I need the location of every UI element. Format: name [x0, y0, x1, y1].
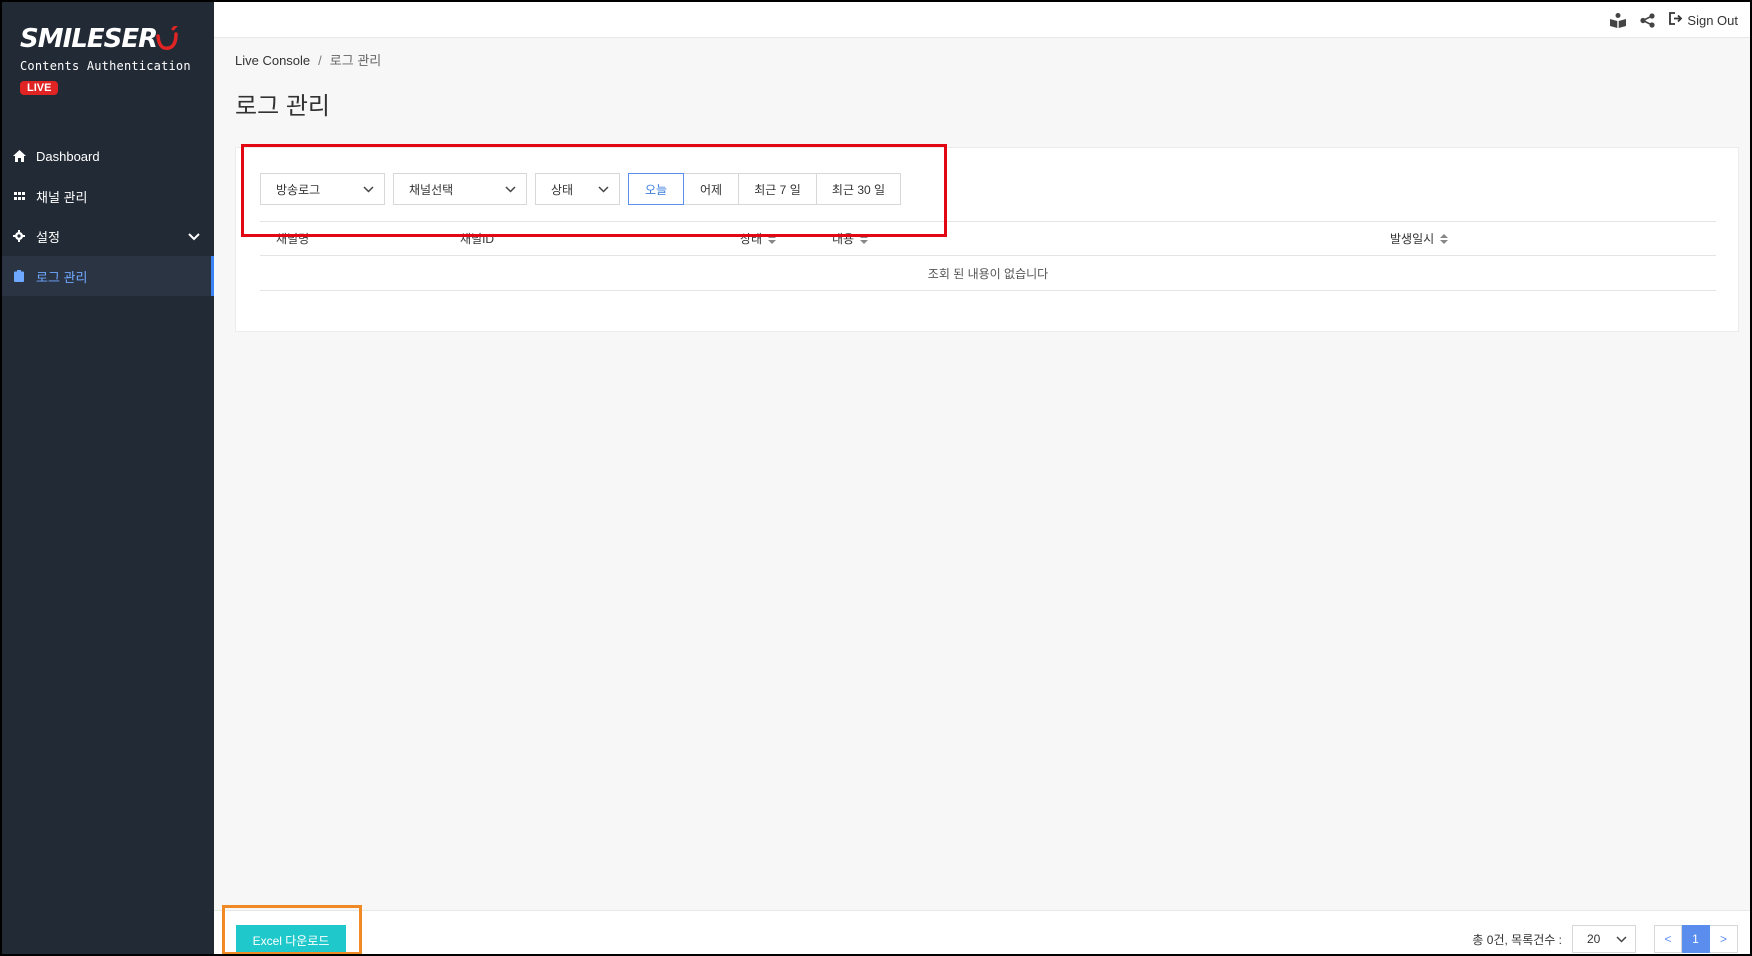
- date-30days-button[interactable]: 최근 30 일: [817, 173, 901, 205]
- column-status[interactable]: 상태: [740, 230, 777, 247]
- channel-select[interactable]: 채널선택: [393, 173, 527, 205]
- column-label: 채널명: [276, 232, 310, 246]
- column-label: 발생일시: [1390, 232, 1435, 246]
- breadcrumb-current: 로그 관리: [329, 53, 382, 68]
- sign-out-icon: [1669, 12, 1683, 28]
- sidebar-item-label: 채널 관리: [36, 189, 88, 205]
- live-badge: LIVE: [20, 81, 59, 95]
- share-icon[interactable]: [1640, 12, 1656, 28]
- column-channel-id: 채널ID: [460, 230, 494, 247]
- chevron-down-icon: [363, 182, 374, 196]
- table-header: 채널명 채널ID 상태 내용 발생일시: [260, 221, 1716, 256]
- log-type-value: 방송로그: [276, 182, 321, 197]
- prev-page-button[interactable]: <: [1654, 925, 1682, 953]
- excel-download-button[interactable]: Excel 다운로드: [236, 925, 346, 954]
- chevron-down-icon: [1616, 932, 1627, 946]
- log-type-select[interactable]: 방송로그: [260, 173, 385, 205]
- total-count-label: 총 0건, 목록건수 :: [1472, 932, 1562, 947]
- sidebar-item-label: Dashboard: [36, 148, 100, 164]
- sort-icon: [768, 233, 777, 244]
- chevron-down-icon: [505, 182, 516, 196]
- brand-name: SMILESER: [20, 24, 158, 54]
- chevron-down-icon: [188, 229, 200, 244]
- book-reader-icon[interactable]: [1610, 12, 1627, 28]
- channel-value: 채널선택: [409, 182, 454, 197]
- page-size-select[interactable]: 20: [1572, 925, 1636, 953]
- home-icon: [12, 149, 26, 163]
- next-page-button[interactable]: >: [1710, 925, 1738, 953]
- topbar-actions: Sign Out: [1610, 2, 1738, 38]
- sidebar-item-channel[interactable]: 채널 관리: [2, 176, 214, 216]
- date-7days-button[interactable]: 최근 7 일: [739, 173, 817, 205]
- empty-message: 조회 된 내용이 없습니다: [260, 256, 1716, 291]
- sidebar-item-label: 설정: [36, 229, 60, 245]
- page-title: 로그 관리: [235, 93, 330, 120]
- brand-logo[interactable]: SMILESER Contents Authentication LIVE: [20, 24, 191, 95]
- log-card: 방송로그 채널선택 상태 오늘 어제 최근 7 일 최근 30 일 채널명 채널…: [235, 147, 1739, 332]
- date-yesterday-button[interactable]: 어제: [684, 173, 739, 205]
- column-occurred-at[interactable]: 발생일시: [1390, 230, 1449, 247]
- column-label: 상태: [740, 232, 763, 246]
- sidebar: SMILESER Contents Authentication LIVE Da…: [2, 2, 214, 954]
- column-content[interactable]: 내용: [832, 230, 869, 247]
- sidebar-item-settings[interactable]: 설정: [2, 216, 214, 256]
- app-window: SMILESER Contents Authentication LIVE Da…: [2, 2, 1750, 954]
- breadcrumb-root[interactable]: Live Console: [235, 53, 310, 68]
- brand-subtitle: Contents Authentication: [20, 59, 191, 73]
- date-today-button[interactable]: 오늘: [628, 173, 684, 205]
- status-value: 상태: [551, 182, 574, 197]
- breadcrumb: Live Console / 로그 관리: [235, 50, 381, 69]
- gear-icon: [12, 229, 26, 243]
- breadcrumb-separator: /: [318, 53, 322, 68]
- sign-out-label: Sign Out: [1687, 12, 1738, 28]
- sidebar-item-label: 로그 관리: [36, 269, 88, 285]
- sidebar-item-dashboard[interactable]: Dashboard: [2, 136, 214, 176]
- date-range-group: 오늘 어제 최근 7 일 최근 30 일: [628, 173, 901, 205]
- grid-icon: [12, 189, 26, 203]
- sidebar-item-log[interactable]: 로그 관리: [2, 256, 214, 296]
- clipboard-icon: [12, 269, 26, 283]
- topbar: Sign Out: [214, 2, 1750, 38]
- chevron-down-icon: [598, 182, 609, 196]
- column-label: 채널ID: [460, 232, 495, 246]
- pager: < 1 >: [1654, 925, 1738, 953]
- sort-icon: [1440, 233, 1449, 244]
- column-channel-name: 채널명: [276, 230, 309, 247]
- pagination-area: 총 0건, 목록건수 : 20 < 1 >: [1472, 925, 1738, 953]
- log-table: 채널명 채널ID 상태 내용 발생일시 조회 된 내용이 없습니다: [260, 221, 1716, 291]
- column-label: 내용: [832, 232, 855, 246]
- page-size-value: 20: [1587, 932, 1601, 946]
- smile-logo-icon: [155, 24, 179, 57]
- sort-icon: [860, 233, 869, 244]
- page-number-button[interactable]: 1: [1682, 925, 1710, 953]
- status-select[interactable]: 상태: [535, 173, 620, 205]
- sign-out-button[interactable]: Sign Out: [1669, 12, 1738, 28]
- sidebar-nav: Dashboard 채널 관리 설정 로그 관리: [2, 136, 214, 296]
- footer-bar: Excel 다운로드 총 0건, 목록건수 : 20 < 1 >: [214, 910, 1750, 954]
- filter-bar: 방송로그 채널선택 상태 오늘 어제 최근 7 일 최근 30 일: [260, 173, 901, 205]
